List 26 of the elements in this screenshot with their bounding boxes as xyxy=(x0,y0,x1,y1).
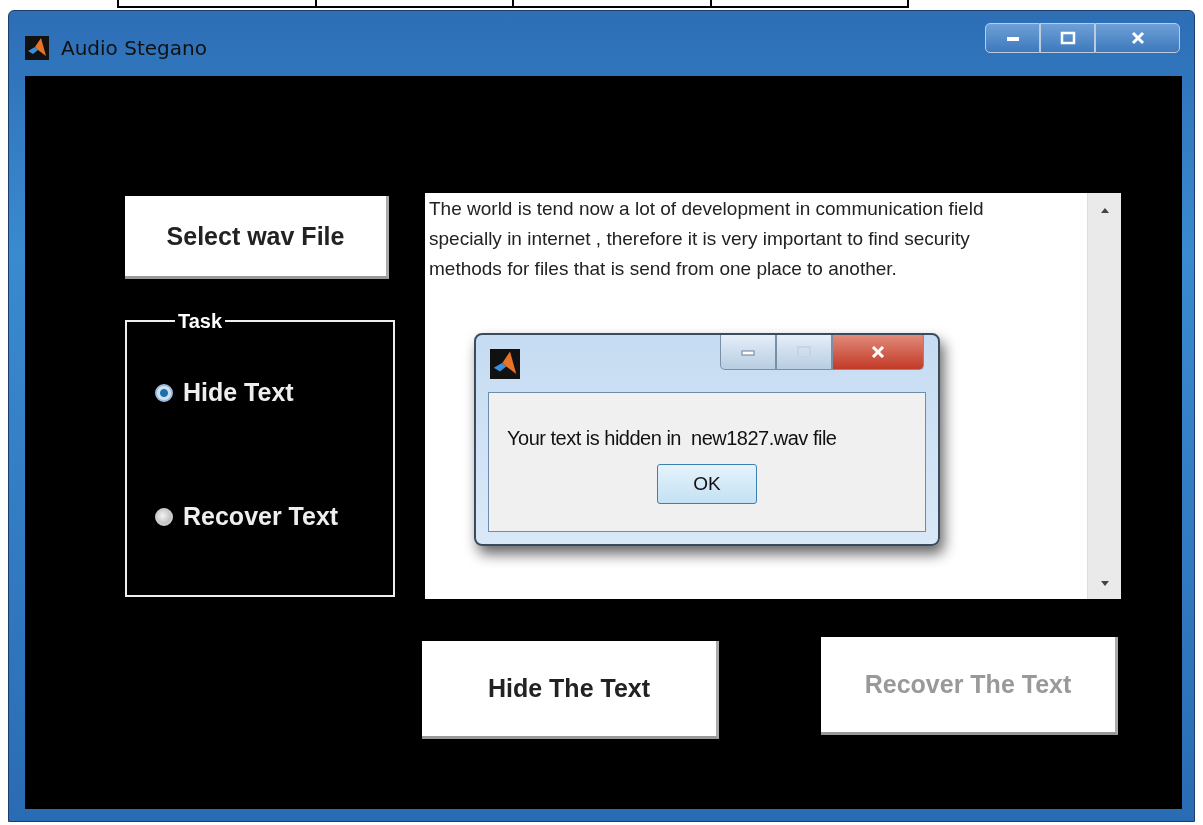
close-icon xyxy=(870,346,886,358)
dialog-message: Your text is hidden in new1827.wav file xyxy=(507,427,837,450)
maximize-button[interactable] xyxy=(1040,23,1095,53)
select-file-button[interactable]: Select wav File xyxy=(125,196,389,279)
close-button[interactable] xyxy=(832,335,924,370)
close-icon xyxy=(1129,31,1146,45)
minimize-icon xyxy=(741,348,755,356)
minimize-icon xyxy=(1004,34,1021,42)
close-button[interactable] xyxy=(1095,23,1180,53)
window-title: Audio Stegano xyxy=(61,36,207,60)
minimize-button[interactable] xyxy=(720,335,776,370)
app-logo-icon xyxy=(490,348,520,379)
radio-icon[interactable] xyxy=(155,507,173,526)
maximize-icon xyxy=(1059,31,1076,45)
app-logo-icon xyxy=(25,36,49,60)
scroll-up-icon[interactable] xyxy=(1099,207,1110,213)
radio-option[interactable]: Recover Text xyxy=(155,502,393,531)
minimize-button[interactable] xyxy=(985,23,1040,53)
radio-icon[interactable] xyxy=(155,383,173,402)
radio-option[interactable]: Hide Text xyxy=(155,378,393,407)
hide-text-button[interactable]: Hide The Text xyxy=(422,641,719,739)
ok-button[interactable]: OK xyxy=(657,464,757,504)
scrollbar[interactable] xyxy=(1087,193,1121,599)
scroll-down-icon[interactable] xyxy=(1099,581,1110,587)
maximize-button[interactable] xyxy=(776,335,832,370)
group-title: Task xyxy=(177,314,224,328)
